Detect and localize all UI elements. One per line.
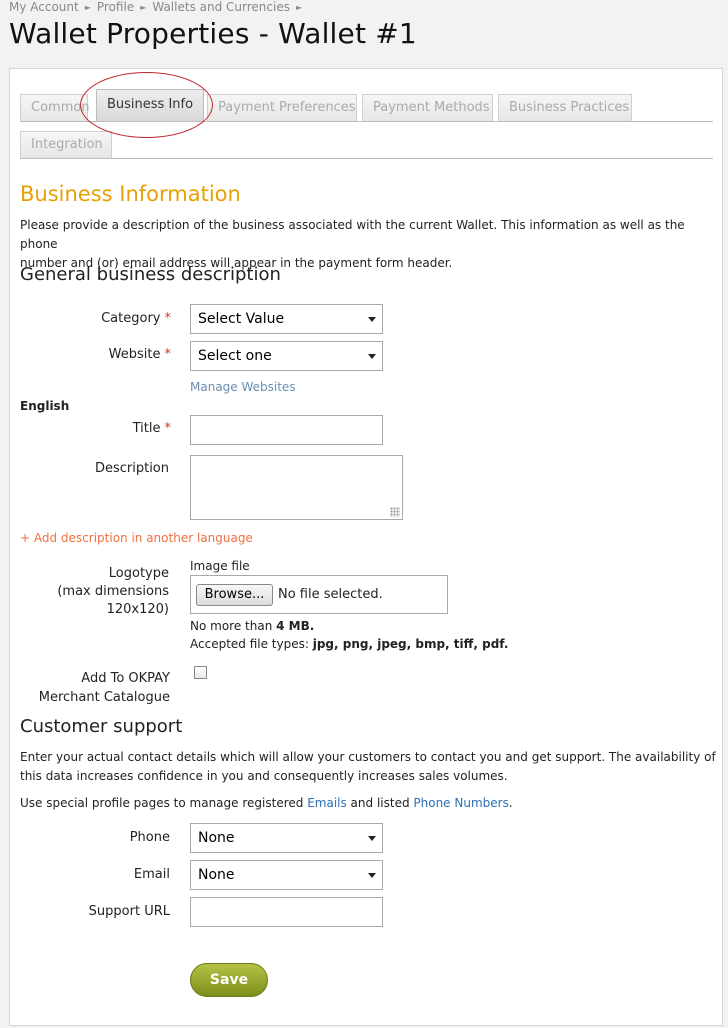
email-select-value: None — [198, 867, 235, 883]
logotype-hint-1: (max dimensions — [57, 584, 169, 599]
breadcrumb-separator-icon: ► — [295, 3, 303, 12]
description-textarea[interactable] — [190, 455, 403, 520]
phone-label: Phone — [129, 830, 170, 845]
website-select-value: Select one — [198, 348, 272, 364]
catalogue-label-line-2: Merchant Catalogue — [38, 690, 170, 705]
breadcrumb-separator-icon: ► — [140, 3, 147, 12]
file-types-note-prefix: Accepted file types: — [190, 637, 313, 651]
language-label: English — [20, 399, 70, 413]
tab-payment-preferences[interactable]: Payment Preferences — [207, 94, 357, 121]
support-url-input[interactable] — [190, 897, 383, 927]
annotation-highlight-ellipse — [80, 72, 213, 138]
heading-general-business-description: General business description — [20, 264, 281, 285]
file-size-note: No more than 4 MB. — [190, 619, 314, 633]
section-title-business-information: Business Information — [20, 182, 241, 206]
catalogue-label-line-1: Add To OKPAY — [81, 671, 170, 686]
tab-divider — [20, 158, 713, 159]
tab-common[interactable]: Common — [20, 94, 90, 121]
breadcrumb-wallets-and-currencies[interactable]: Wallets and Currencies — [152, 0, 290, 14]
profile-pages-text: Use special profile pages to manage regi… — [20, 794, 720, 813]
category-label-text: Category — [101, 311, 161, 326]
website-label-text: Website — [108, 347, 161, 362]
title-label: Title * — [133, 421, 171, 436]
emails-link[interactable]: Emails — [307, 796, 347, 810]
manage-websites-link[interactable]: Manage Websites — [190, 380, 296, 394]
browse-button[interactable]: Browse... — [196, 584, 273, 606]
logotype-label-text: Logotype — [108, 566, 169, 581]
breadcrumb: My Account ► Profile ► Wallets and Currencie… — [9, 0, 308, 14]
category-label: Category * — [101, 311, 171, 326]
file-size-value: 4 MB. — [276, 619, 315, 633]
dropdown-arrow-icon — [368, 317, 376, 322]
support-intro-line-2: this data increases confidence in you an… — [20, 769, 508, 783]
email-select[interactable]: None — [190, 860, 383, 890]
catalogue-checkbox[interactable] — [194, 666, 207, 679]
file-types-note: Accepted file types: jpg, png, jpeg, bmp… — [190, 637, 508, 651]
website-select[interactable]: Select one — [190, 341, 383, 371]
tab-payment-methods[interactable]: Payment Methods — [362, 94, 493, 121]
image-file-label: Image file — [190, 559, 250, 573]
support-intro-text: Enter your actual contact details which … — [20, 748, 720, 786]
support-url-label: Support URL — [88, 904, 170, 919]
profile-text-suffix: . — [508, 796, 513, 810]
catalogue-label: Add To OKPAY Merchant Catalogue — [39, 669, 170, 707]
add-language-link[interactable]: + Add description in another language — [20, 531, 253, 545]
required-marker: * — [164, 421, 172, 436]
save-button[interactable]: Save — [190, 963, 268, 997]
title-label-text: Title — [132, 421, 161, 436]
description-label: Description — [94, 461, 169, 476]
logotype-file-input: Browse... No file selected. — [190, 575, 448, 614]
tab-integration[interactable]: Integration — [20, 131, 112, 158]
profile-text-middle: and listed — [346, 796, 414, 810]
file-types-value: jpg, png, jpeg, bmp, tiff, pdf. — [312, 637, 509, 651]
title-input[interactable] — [190, 415, 383, 445]
phone-numbers-link[interactable]: Phone Numbers — [413, 796, 508, 810]
profile-text-prefix: Use special profile pages to manage regi… — [20, 796, 308, 810]
breadcrumb-profile[interactable]: Profile — [97, 0, 134, 14]
business-intro-line-1: Please provide a description of the busi… — [20, 218, 685, 251]
phone-select-value: None — [198, 830, 235, 846]
phone-select[interactable]: None — [190, 823, 383, 853]
email-label: Email — [133, 867, 170, 882]
website-label: Website * — [109, 347, 171, 362]
page-title: Wallet Properties - Wallet #1 — [9, 17, 417, 50]
dropdown-arrow-icon — [368, 354, 376, 359]
required-marker: * — [164, 311, 172, 326]
category-select[interactable]: Select Value — [190, 304, 383, 334]
tab-business-practices[interactable]: Business Practices — [498, 94, 632, 121]
resize-grip-icon[interactable] — [390, 507, 400, 517]
logotype-hint-2: 120x120) — [106, 602, 169, 617]
heading-customer-support: Customer support — [20, 716, 183, 737]
required-marker: * — [164, 347, 172, 362]
support-intro-line-1: Enter your actual contact details which … — [20, 750, 716, 764]
breadcrumb-my-account[interactable]: My Account — [9, 0, 79, 14]
dropdown-arrow-icon — [368, 873, 376, 878]
breadcrumb-separator-icon: ► — [84, 3, 91, 12]
file-status-text: No file selected. — [278, 587, 383, 602]
file-size-note-prefix: No more than — [190, 619, 277, 633]
logotype-label: Logotype (max dimensions 120x120) — [57, 565, 169, 619]
category-select-value: Select Value — [198, 311, 285, 327]
dropdown-arrow-icon — [368, 836, 376, 841]
